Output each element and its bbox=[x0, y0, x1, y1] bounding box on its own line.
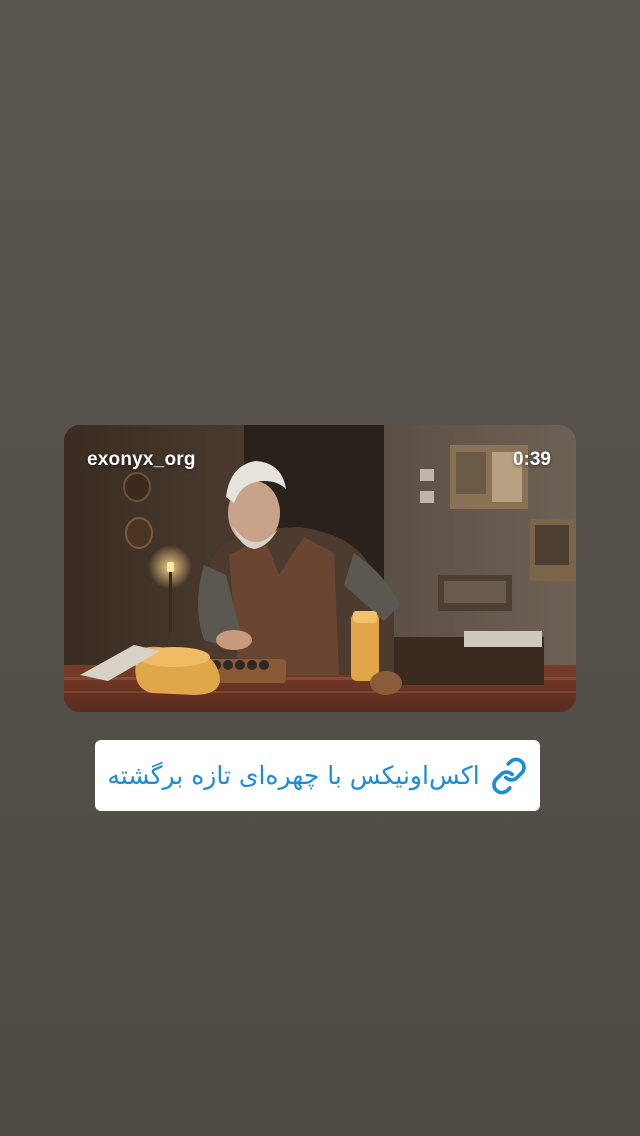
link-sticker-label: اکس‌اونیکس با چهره‌ای تازه برگشته bbox=[107, 761, 480, 790]
link-sticker[interactable]: اکس‌اونیکس با چهره‌ای تازه برگشته bbox=[95, 740, 540, 811]
video-username: exonyx_org bbox=[87, 449, 196, 470]
video-thumbnail[interactable]: exonyx_org 0:39 bbox=[64, 425, 576, 712]
link-icon bbox=[490, 757, 528, 795]
video-duration: 0:39 bbox=[512, 449, 551, 470]
